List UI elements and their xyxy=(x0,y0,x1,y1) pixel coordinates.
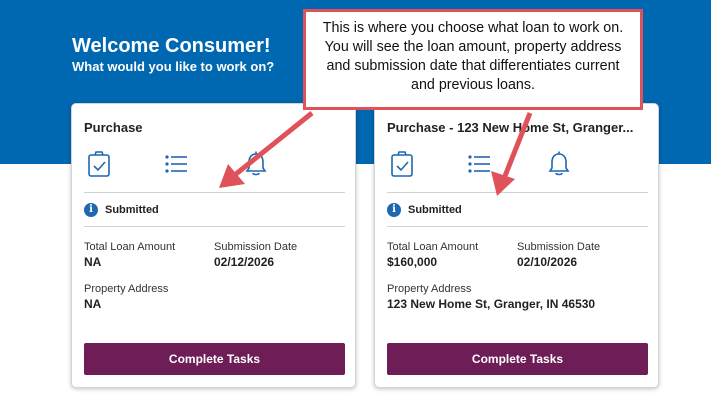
submission-date-label: Submission Date xyxy=(517,241,601,253)
annotation-callout: This is where you choose what loan to wo… xyxy=(303,9,643,110)
info-icon: i xyxy=(387,203,401,217)
submission-date-value: 02/10/2026 xyxy=(517,255,578,269)
loan-card[interactable]: Purchase - 123 New Home St, Granger... i… xyxy=(374,103,659,388)
status-row: i Submitted xyxy=(84,202,159,218)
submission-date-label: Submission Date xyxy=(214,241,298,253)
status-text: Submitted xyxy=(408,204,462,216)
property-address-value: NA xyxy=(84,297,102,311)
property-address-label: Property Address xyxy=(387,283,472,295)
loan-card-title: Purchase - 123 New Home St, Granger... xyxy=(387,120,634,135)
status-row: i Submitted xyxy=(387,202,462,218)
divider xyxy=(387,192,648,193)
submission-date-value: 02/12/2026 xyxy=(214,255,275,269)
complete-tasks-button[interactable]: Complete Tasks xyxy=(84,343,345,375)
submission-date: Submission Date 02/10/2026 xyxy=(517,241,600,269)
welcome-title: Welcome Consumer! xyxy=(72,35,271,57)
total-loan-amount-value: $160,000 xyxy=(387,255,438,269)
property-address: Property Address NA xyxy=(84,283,168,311)
bell-icon[interactable] xyxy=(546,150,572,178)
divider xyxy=(84,226,345,227)
loan-card-icons xyxy=(389,150,649,180)
submission-date: Submission Date 02/12/2026 xyxy=(214,241,297,269)
total-loan-amount-label: Total Loan Amount xyxy=(84,241,176,253)
info-icon: i xyxy=(84,203,98,217)
status-text: Submitted xyxy=(105,204,159,216)
divider xyxy=(387,226,648,227)
clipboard-check-icon[interactable] xyxy=(389,150,415,178)
complete-tasks-button[interactable]: Complete Tasks xyxy=(387,343,648,375)
total-loan-amount-value: NA xyxy=(84,255,102,269)
total-loan-amount: Total Loan Amount $160,000 xyxy=(387,241,478,269)
property-address: Property Address 123 New Home St, Grange… xyxy=(387,283,595,311)
welcome-subtitle: What would you like to work on? xyxy=(72,59,275,74)
loan-card-title: Purchase xyxy=(84,120,143,135)
clipboard-check-icon[interactable] xyxy=(86,150,112,178)
loan-card[interactable]: Purchase i Submitted Total Loan Amount N… xyxy=(71,103,356,388)
total-loan-amount-label: Total Loan Amount xyxy=(387,241,479,253)
list-icon[interactable] xyxy=(466,150,492,178)
divider xyxy=(84,192,345,193)
annotation-text: This is where you choose what loan to wo… xyxy=(322,20,624,93)
list-icon[interactable] xyxy=(163,150,189,178)
loan-card-icons xyxy=(86,150,346,180)
total-loan-amount: Total Loan Amount NA xyxy=(84,241,175,269)
property-address-value: 123 New Home St, Granger, IN 46530 xyxy=(387,297,596,311)
bell-icon[interactable] xyxy=(243,150,269,178)
property-address-label: Property Address xyxy=(84,283,169,295)
